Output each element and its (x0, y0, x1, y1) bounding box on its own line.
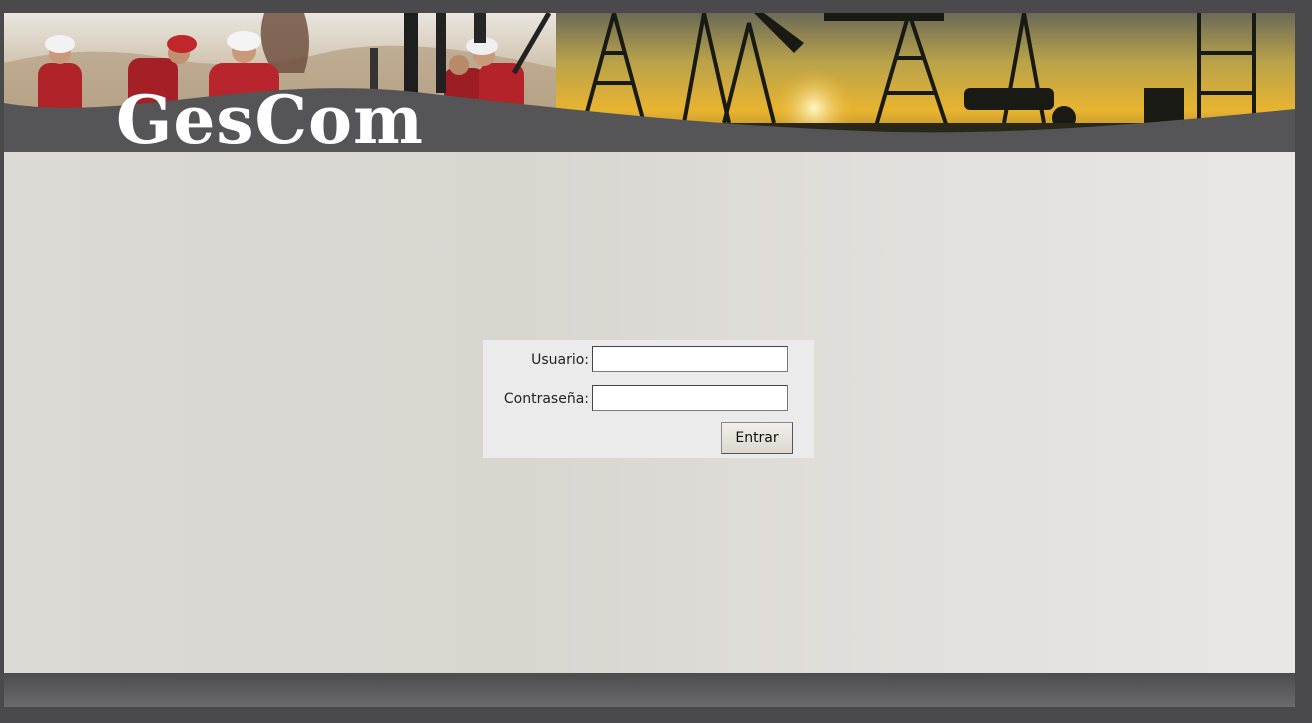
main-content: Usuario: Contraseña: Entrar (4, 152, 1295, 673)
username-label: Usuario: (531, 352, 589, 368)
password-label: Contraseña: (503, 391, 589, 407)
header-banner: GesCom (4, 13, 1295, 152)
footer-bar (4, 673, 1295, 707)
password-input[interactable] (592, 385, 788, 411)
app-logo: GesCom (116, 81, 424, 152)
submit-button[interactable]: Entrar (721, 422, 793, 454)
username-input[interactable] (592, 346, 788, 372)
login-form: Usuario: Contraseña: Entrar (483, 340, 814, 458)
app-frame: GesCom Usuario: Contraseña: Entrar (4, 13, 1295, 707)
username-row: Usuario: (483, 346, 814, 376)
password-row: Contraseña: (483, 385, 814, 415)
